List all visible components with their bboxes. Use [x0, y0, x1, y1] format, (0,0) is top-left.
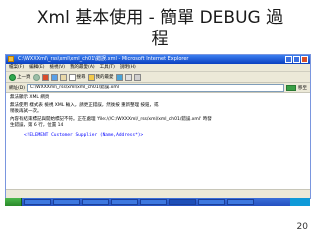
print-icon[interactable] — [133, 73, 141, 81]
back-button[interactable]: 上一頁 — [9, 73, 31, 81]
search-label: 搜尋 — [76, 75, 86, 80]
toolbar: 上一頁 搜尋 我的最愛 — [6, 72, 310, 83]
page-number: 20 — [296, 222, 308, 232]
error-detail: 內容有結束標記與開始標記不符。正在處理 'file:///C:/WXXXml/_… — [10, 117, 306, 129]
status-bar — [6, 189, 310, 198]
taskbar-item[interactable] — [111, 199, 138, 205]
taskbar-item[interactable] — [140, 199, 167, 205]
stop-icon[interactable] — [41, 73, 49, 81]
slide-title: Xml 基本使用 - 簡單 DEBUG 過 程 — [0, 8, 320, 50]
taskbar — [5, 198, 310, 206]
menu-edit[interactable]: 編輯(E) — [29, 64, 44, 71]
menu-tools[interactable]: 工具(T) — [100, 64, 115, 71]
back-arrow-icon — [9, 73, 16, 81]
slide-title-line2: 程 — [151, 29, 169, 49]
minimize-button[interactable] — [285, 56, 292, 63]
forward-arrow-icon[interactable] — [32, 73, 40, 81]
go-button[interactable] — [286, 84, 296, 91]
browser-titlebar: C:\WXXXml\_rss\xml\xml_ch01\錯誤.xml - Mic… — [6, 55, 310, 64]
ie-icon — [8, 56, 14, 62]
window-title: C:\WXXXml\_rss\xml\xml_ch01\錯誤.xml - Mic… — [18, 56, 189, 62]
taskbar-item[interactable] — [82, 199, 109, 205]
favorites-label: 我的最愛 — [95, 75, 114, 80]
address-bar: 網址(D) C:\WXXXml\_rss\xml\xml_ch01\錯誤.xml… — [6, 83, 310, 93]
search-button[interactable]: 搜尋 — [68, 73, 86, 81]
system-tray — [290, 198, 310, 206]
home-icon[interactable] — [59, 73, 67, 81]
media-icon[interactable] — [115, 73, 123, 81]
menu-favorites[interactable]: 我的最愛(A) — [70, 64, 95, 71]
address-input[interactable]: C:\WXXXml\_rss\xml\xml_ch01\錯誤.xml — [26, 83, 284, 92]
browser-window: C:\WXXXml\_rss\xml\xml_ch01\錯誤.xml - Mic… — [5, 54, 311, 199]
error-description: 無法使用 樣式表 檢視 XML 輸入，請更正錯誤，然後按 重新整理 按鈕，或 稍… — [10, 103, 306, 115]
window-controls — [285, 56, 308, 63]
maximize-button[interactable] — [293, 56, 300, 63]
search-icon — [68, 73, 76, 81]
close-button[interactable] — [301, 56, 308, 63]
mail-icon[interactable] — [124, 73, 132, 81]
go-label: 移至 — [298, 85, 307, 91]
error-detail-line1: 內容有結束標記與開始標記不符。正在處理 'file:///C:/WXXXml/_… — [10, 117, 212, 122]
page-content: 無法顯示 XML 網頁 無法使用 樣式表 檢視 XML 輸入，請更正錯誤，然後按… — [6, 93, 310, 190]
error-source-code: <!ELEMENT Customer Supplier (Name,Addres… — [24, 133, 144, 138]
error-description-line2: 稍後再試一次。 — [10, 109, 42, 114]
star-icon — [87, 73, 95, 81]
taskbar-item[interactable] — [198, 199, 225, 205]
address-label: 網址(D) — [9, 85, 25, 91]
taskbar-item[interactable] — [53, 199, 80, 205]
menu-help[interactable]: 說明(H) — [120, 64, 136, 71]
slide-title-line1: Xml 基本使用 - 簡單 DEBUG 過 — [36, 8, 284, 28]
menu-file[interactable]: 檔案(F) — [9, 64, 24, 71]
error-detail-line2: 生錯誤，第 6 行，位置 14 — [10, 123, 64, 128]
refresh-icon[interactable] — [50, 73, 58, 81]
taskbar-item[interactable] — [24, 199, 51, 205]
menu-bar: 檔案(F) 編輯(E) 檢視(V) 我的最愛(A) 工具(T) 說明(H) — [6, 64, 310, 72]
start-button[interactable] — [5, 198, 22, 206]
taskbar-item[interactable] — [169, 199, 196, 205]
error-description-line1: 無法使用 樣式表 檢視 XML 輸入，請更正錯誤，然後按 重新整理 按鈕，或 — [10, 103, 159, 108]
error-heading: 無法顯示 XML 網頁 — [10, 95, 50, 100]
back-label: 上一頁 — [17, 75, 31, 80]
favorites-button[interactable]: 我的最愛 — [87, 73, 114, 81]
menu-view[interactable]: 檢視(V) — [49, 64, 65, 71]
taskbar-item[interactable] — [227, 199, 254, 205]
